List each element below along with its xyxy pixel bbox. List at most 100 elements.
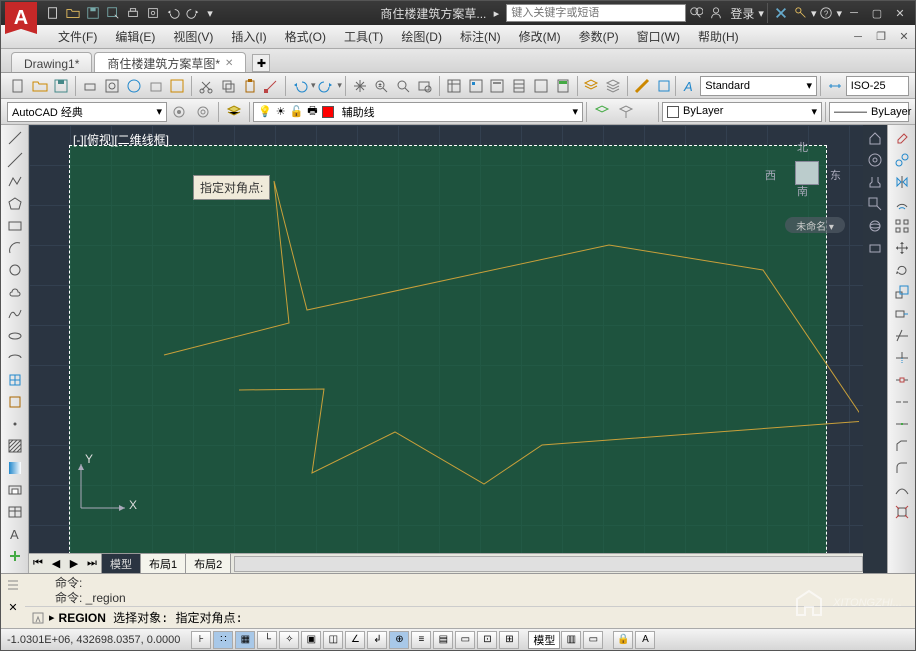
- scale-icon[interactable]: [891, 282, 913, 302]
- nav-orbit-icon[interactable]: [864, 216, 886, 236]
- ws-gear-icon[interactable]: [168, 101, 190, 123]
- sb-lwt-icon[interactable]: ≡: [411, 631, 431, 649]
- login-label[interactable]: 登录: [730, 5, 754, 22]
- undo-icon[interactable]: [164, 4, 182, 22]
- tb-undo-icon[interactable]: [290, 75, 310, 97]
- sb-qp-icon[interactable]: ▭: [455, 631, 475, 649]
- sb-snap-icon[interactable]: ∷: [213, 631, 233, 649]
- textstyle-combo[interactable]: Standard▾: [700, 76, 817, 96]
- sb-grid-icon[interactable]: ▦: [235, 631, 255, 649]
- join-icon[interactable]: [891, 414, 913, 434]
- tb-dcenter-icon[interactable]: [466, 75, 486, 97]
- blend-icon[interactable]: [891, 480, 913, 500]
- table-icon[interactable]: [4, 502, 26, 522]
- trim-icon[interactable]: [891, 326, 913, 346]
- xline-icon[interactable]: [4, 150, 26, 170]
- laypick-icon[interactable]: [615, 101, 637, 123]
- menu-edit[interactable]: 编辑(E): [106, 28, 164, 45]
- sb-annoscale2-icon[interactable]: A: [635, 631, 655, 649]
- rotate-icon[interactable]: [891, 260, 913, 280]
- tb-markup-icon[interactable]: [531, 75, 551, 97]
- erase-icon[interactable]: [891, 128, 913, 148]
- print-icon[interactable]: [124, 4, 142, 22]
- tb-redo-icon[interactable]: [317, 75, 337, 97]
- exchange-icon[interactable]: [772, 4, 790, 22]
- lt-next-icon[interactable]: ▶: [66, 556, 82, 572]
- sb-tpy-icon[interactable]: ▤: [433, 631, 453, 649]
- polygon-icon[interactable]: [4, 194, 26, 214]
- spline-icon[interactable]: [4, 304, 26, 324]
- insert-icon[interactable]: [4, 370, 26, 390]
- doc-tab-1[interactable]: Drawing1*: [11, 52, 92, 72]
- saveas-icon[interactable]: [104, 4, 122, 22]
- menu-view[interactable]: 视图(V): [164, 28, 222, 45]
- cmd-expand-icon[interactable]: ▸: [49, 611, 55, 624]
- tab-close-icon[interactable]: ✕: [225, 58, 233, 69]
- ws-gear2-icon[interactable]: [192, 101, 214, 123]
- menu-tools[interactable]: 工具(T): [335, 28, 392, 45]
- break-icon[interactable]: [891, 370, 913, 390]
- hscrollbar[interactable]: [234, 556, 863, 572]
- doc-minimize-icon[interactable]: ─: [847, 29, 869, 45]
- sb-ortho-icon[interactable]: └: [257, 631, 277, 649]
- ellipse-icon[interactable]: [4, 326, 26, 346]
- offset-icon[interactable]: [891, 194, 913, 214]
- tb-zoom-prev-icon[interactable]: [415, 75, 435, 97]
- doc-tab-2[interactable]: 商住楼建筑方案草图*✕: [94, 52, 246, 72]
- mtext-icon[interactable]: A: [4, 524, 26, 544]
- close-icon[interactable]: ✕: [889, 5, 911, 21]
- tb-publish-icon[interactable]: [124, 75, 144, 97]
- layout-2[interactable]: 布局2: [185, 553, 231, 574]
- pline-icon[interactable]: [4, 172, 26, 192]
- sb-model-combo[interactable]: 模型: [528, 631, 560, 649]
- ellipsearc-icon[interactable]: [4, 348, 26, 368]
- ltype-combo[interactable]: ———ByLayer: [829, 102, 909, 122]
- line-icon[interactable]: [4, 128, 26, 148]
- menu-file[interactable]: 文件(F): [49, 28, 106, 45]
- tb-calc-icon[interactable]: [553, 75, 573, 97]
- nav-pan-icon[interactable]: [864, 172, 886, 192]
- viewport-label[interactable]: [-][俯视][二维线框]: [73, 131, 169, 148]
- key-icon[interactable]: [792, 4, 810, 22]
- mirror-icon[interactable]: [891, 172, 913, 192]
- explode-icon[interactable]: [891, 502, 913, 522]
- help-icon[interactable]: ?: [817, 4, 835, 22]
- coords-readout[interactable]: -1.0301E+06, 432698.0357, 0.0000: [7, 634, 180, 646]
- lt-last-icon[interactable]: ⏭: [84, 556, 100, 572]
- fillet-icon[interactable]: [891, 458, 913, 478]
- sb-polar-icon[interactable]: ✧: [279, 631, 299, 649]
- tb-save-icon[interactable]: [52, 75, 72, 97]
- point-icon[interactable]: [4, 414, 26, 434]
- tb-layersmg-icon[interactable]: [603, 75, 623, 97]
- makeblock-icon[interactable]: [4, 392, 26, 412]
- tb-paste-icon[interactable]: [240, 75, 260, 97]
- array-icon[interactable]: [891, 216, 913, 236]
- laystate-icon[interactable]: [591, 101, 613, 123]
- workspace-combo[interactable]: AutoCAD 经典▾: [7, 102, 167, 122]
- rect-icon[interactable]: [4, 216, 26, 236]
- cmd-recent-icon[interactable]: [31, 611, 45, 625]
- break2-icon[interactable]: [891, 392, 913, 412]
- tb-layers-icon[interactable]: [582, 75, 602, 97]
- hatch-icon[interactable]: [4, 436, 26, 456]
- tb-3dprint-icon[interactable]: [146, 75, 166, 97]
- tab-new-icon[interactable]: ✚: [252, 54, 270, 72]
- lt-prev-icon[interactable]: ◀: [48, 556, 64, 572]
- gradient-icon[interactable]: [4, 458, 26, 478]
- redo-icon[interactable]: [184, 4, 202, 22]
- sb-infer-icon[interactable]: ⊦: [191, 631, 211, 649]
- vc-name[interactable]: 未命名 ▾: [785, 217, 845, 233]
- search-icon[interactable]: [687, 4, 705, 22]
- search-input[interactable]: [506, 4, 686, 22]
- menu-modify[interactable]: 修改(M): [510, 28, 570, 45]
- menu-window[interactable]: 窗口(W): [628, 28, 689, 45]
- tb-open-icon[interactable]: [30, 75, 50, 97]
- layermgr-icon[interactable]: [223, 101, 245, 123]
- tb-block-icon[interactable]: [654, 75, 674, 97]
- sb-layout-icon[interactable]: ▥: [561, 631, 581, 649]
- doc-restore-icon[interactable]: ❐: [870, 29, 892, 45]
- tb-new-icon[interactable]: [8, 75, 28, 97]
- tb-copy-icon[interactable]: [218, 75, 238, 97]
- sb-sc-icon[interactable]: ⊡: [477, 631, 497, 649]
- new-icon[interactable]: [44, 4, 62, 22]
